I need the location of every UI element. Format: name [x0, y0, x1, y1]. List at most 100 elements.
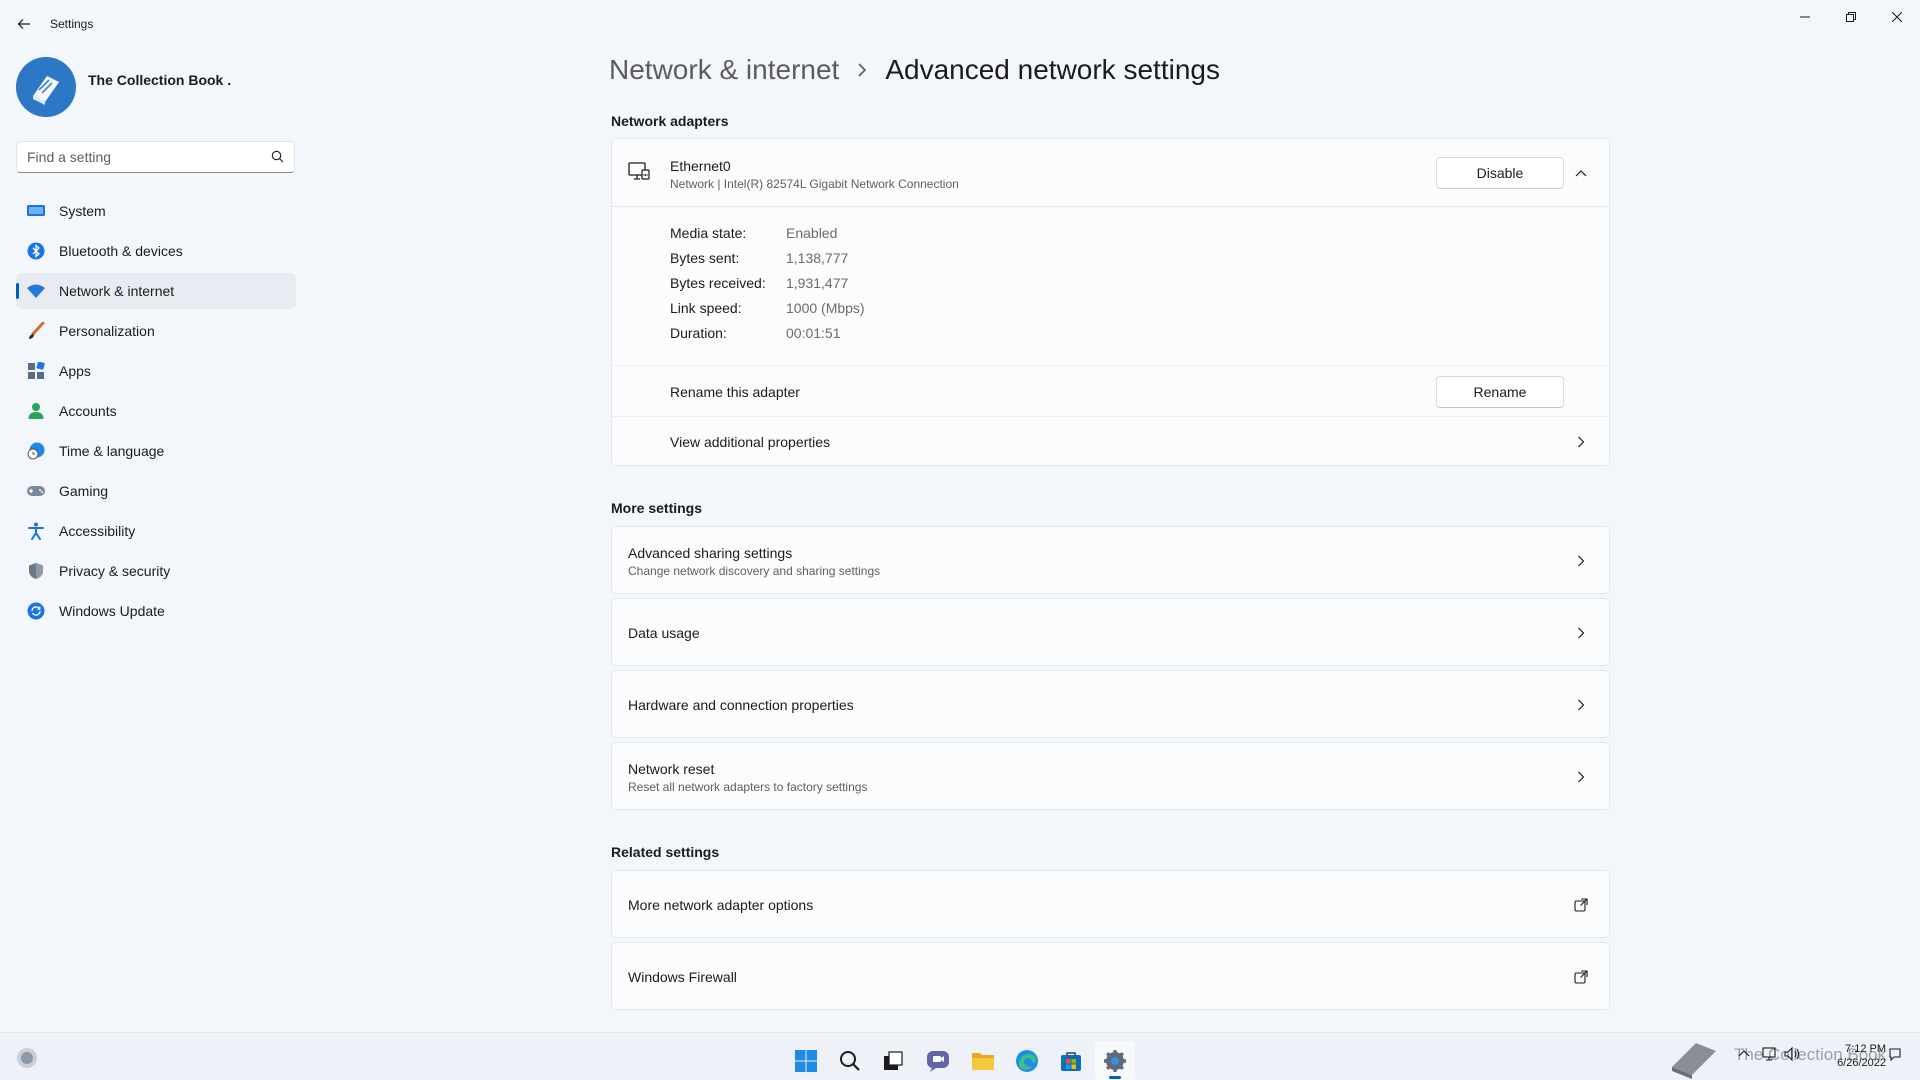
row-title: Data usage — [628, 625, 700, 641]
hardware-connection-properties-row[interactable]: Hardware and connection properties — [611, 670, 1610, 738]
accessibility-icon — [26, 521, 46, 541]
watermark-logo — [1668, 1035, 1720, 1080]
stat-row: Media state: Enabled — [670, 225, 865, 250]
view-additional-properties-row[interactable]: View additional properties — [612, 417, 1609, 467]
section-heading-network-adapters: Network adapters — [611, 113, 729, 129]
avatar[interactable] — [16, 57, 76, 117]
advanced-sharing-settings-row[interactable]: Advanced sharing settings Change network… — [611, 526, 1610, 594]
task-view-button[interactable] — [873, 1041, 913, 1080]
gamepad-icon — [26, 481, 46, 501]
widgets-icon[interactable] — [16, 1047, 38, 1074]
arrow-left-icon — [17, 19, 30, 29]
stat-key: Bytes received: — [670, 275, 766, 291]
sidebar-nav: System Bluetooth & devices Network & int… — [16, 193, 296, 633]
sidebar-item-bluetooth[interactable]: Bluetooth & devices — [16, 233, 296, 269]
wifi-icon — [26, 281, 46, 301]
sidebar-item-network[interactable]: Network & internet — [16, 273, 296, 309]
page-title: Advanced network settings — [885, 54, 1220, 85]
disable-button[interactable]: Disable — [1436, 157, 1564, 189]
restore-icon — [1846, 12, 1856, 22]
settings-icon — [1104, 1050, 1126, 1072]
breadcrumb: Network & internet Advanced network sett… — [609, 54, 1220, 86]
sidebar-item-label: Personalization — [59, 323, 155, 339]
stat-value: 1,138,777 — [786, 250, 849, 266]
back-button[interactable] — [12, 12, 36, 36]
file-explorer-button[interactable] — [963, 1041, 1003, 1080]
store-icon — [1061, 1052, 1081, 1071]
stat-value: 1,931,477 — [786, 275, 849, 291]
file-explorer-icon — [972, 1053, 994, 1070]
sidebar-item-windows-update[interactable]: Windows Update — [16, 593, 296, 629]
more-network-adapter-options-row[interactable]: More network adapter options — [611, 870, 1610, 938]
stat-row: Bytes sent: 1,138,777 — [670, 250, 865, 275]
chevron-right-icon — [1573, 769, 1589, 785]
chevron-right-icon — [1573, 697, 1589, 713]
breadcrumb-parent[interactable]: Network & internet — [609, 54, 839, 86]
sidebar-item-label: Network & internet — [59, 283, 175, 299]
stat-key: Media state: — [670, 225, 747, 241]
chat-button[interactable] — [918, 1041, 958, 1080]
minimize-icon — [1800, 16, 1810, 18]
date: 6/26/2022 — [1837, 1057, 1886, 1069]
sidebar-item-apps[interactable]: Apps — [16, 353, 296, 389]
adapter-description: Network | Intel(R) 82574L Gigabit Networ… — [670, 177, 959, 191]
chevron-right-icon — [1573, 434, 1589, 450]
person-icon — [26, 401, 46, 421]
sidebar-item-privacy[interactable]: Privacy & security — [16, 553, 296, 589]
close-button[interactable] — [1874, 4, 1920, 30]
stat-value: 1000 (Mbps) — [786, 300, 865, 316]
sidebar-item-time-language[interactable]: Time & language — [16, 433, 296, 469]
rename-button[interactable]: Rename — [1436, 376, 1564, 408]
network-tray-icon[interactable] — [1762, 1047, 1778, 1064]
adapter-header[interactable]: Ethernet0 Network | Intel(R) 82574L Giga… — [612, 139, 1609, 207]
app-title: Settings — [50, 17, 94, 31]
stat-key: Link speed: — [670, 300, 742, 316]
ethernet-icon — [628, 161, 650, 188]
globe-clock-icon — [26, 441, 46, 461]
sidebar-item-label: Accessibility — [59, 523, 136, 539]
edge-icon — [1016, 1050, 1038, 1072]
settings-taskbar-button[interactable] — [1095, 1041, 1135, 1080]
data-usage-row[interactable]: Data usage — [611, 598, 1610, 666]
windows-firewall-row[interactable]: Windows Firewall — [611, 942, 1610, 1010]
brush-icon — [26, 321, 46, 341]
search-input[interactable] — [17, 142, 247, 172]
stat-row: Bytes received: 1,931,477 — [670, 275, 865, 300]
sidebar-item-accounts[interactable]: Accounts — [16, 393, 296, 429]
section-heading-more-settings: More settings — [611, 500, 703, 516]
taskbar-search-button[interactable] — [830, 1041, 870, 1080]
stat-key: Bytes sent: — [670, 250, 740, 266]
sidebar-item-system[interactable]: System — [16, 193, 296, 229]
clock[interactable]: 7:12 PM 6/26/2022 — [1816, 1042, 1886, 1070]
notification-icon[interactable] — [1888, 1047, 1902, 1064]
sidebar-item-label: Time & language — [59, 443, 165, 459]
row-subtitle: Reset all network adapters to factory se… — [628, 780, 868, 794]
sidebar-item-accessibility[interactable]: Accessibility — [16, 513, 296, 549]
chat-icon — [927, 1051, 949, 1072]
edge-button[interactable] — [1007, 1041, 1047, 1080]
sidebar-item-label: Bluetooth & devices — [59, 243, 183, 259]
volume-icon[interactable] — [1784, 1046, 1800, 1064]
open-external-icon — [1573, 897, 1589, 913]
sidebar-item-gaming[interactable]: Gaming — [16, 473, 296, 509]
start-button[interactable] — [786, 1041, 826, 1080]
row-title: Advanced sharing settings — [628, 545, 793, 561]
sidebar-item-personalization[interactable]: Personalization — [16, 313, 296, 349]
restore-button[interactable] — [1828, 4, 1874, 30]
chevron-right-icon — [1573, 553, 1589, 569]
row-title: Windows Firewall — [628, 969, 737, 985]
row-title: Network reset — [628, 761, 715, 777]
stat-row: Link speed: 1000 (Mbps) — [670, 300, 865, 325]
store-button[interactable] — [1051, 1041, 1091, 1080]
chevron-up-icon[interactable] — [1573, 165, 1589, 181]
book-icon — [33, 76, 59, 105]
chevron-up-icon[interactable] — [1738, 1047, 1750, 1061]
network-reset-row[interactable]: Network reset Reset all network adapters… — [611, 742, 1610, 810]
profile-name: The Collection Book . — [88, 72, 232, 88]
search-icon[interactable] — [271, 150, 284, 168]
minimize-button[interactable] — [1782, 4, 1828, 30]
search-box[interactable] — [16, 141, 295, 173]
sidebar-item-label: Apps — [59, 363, 91, 379]
search-icon — [840, 1051, 860, 1071]
section-heading-related-settings: Related settings — [611, 844, 720, 860]
